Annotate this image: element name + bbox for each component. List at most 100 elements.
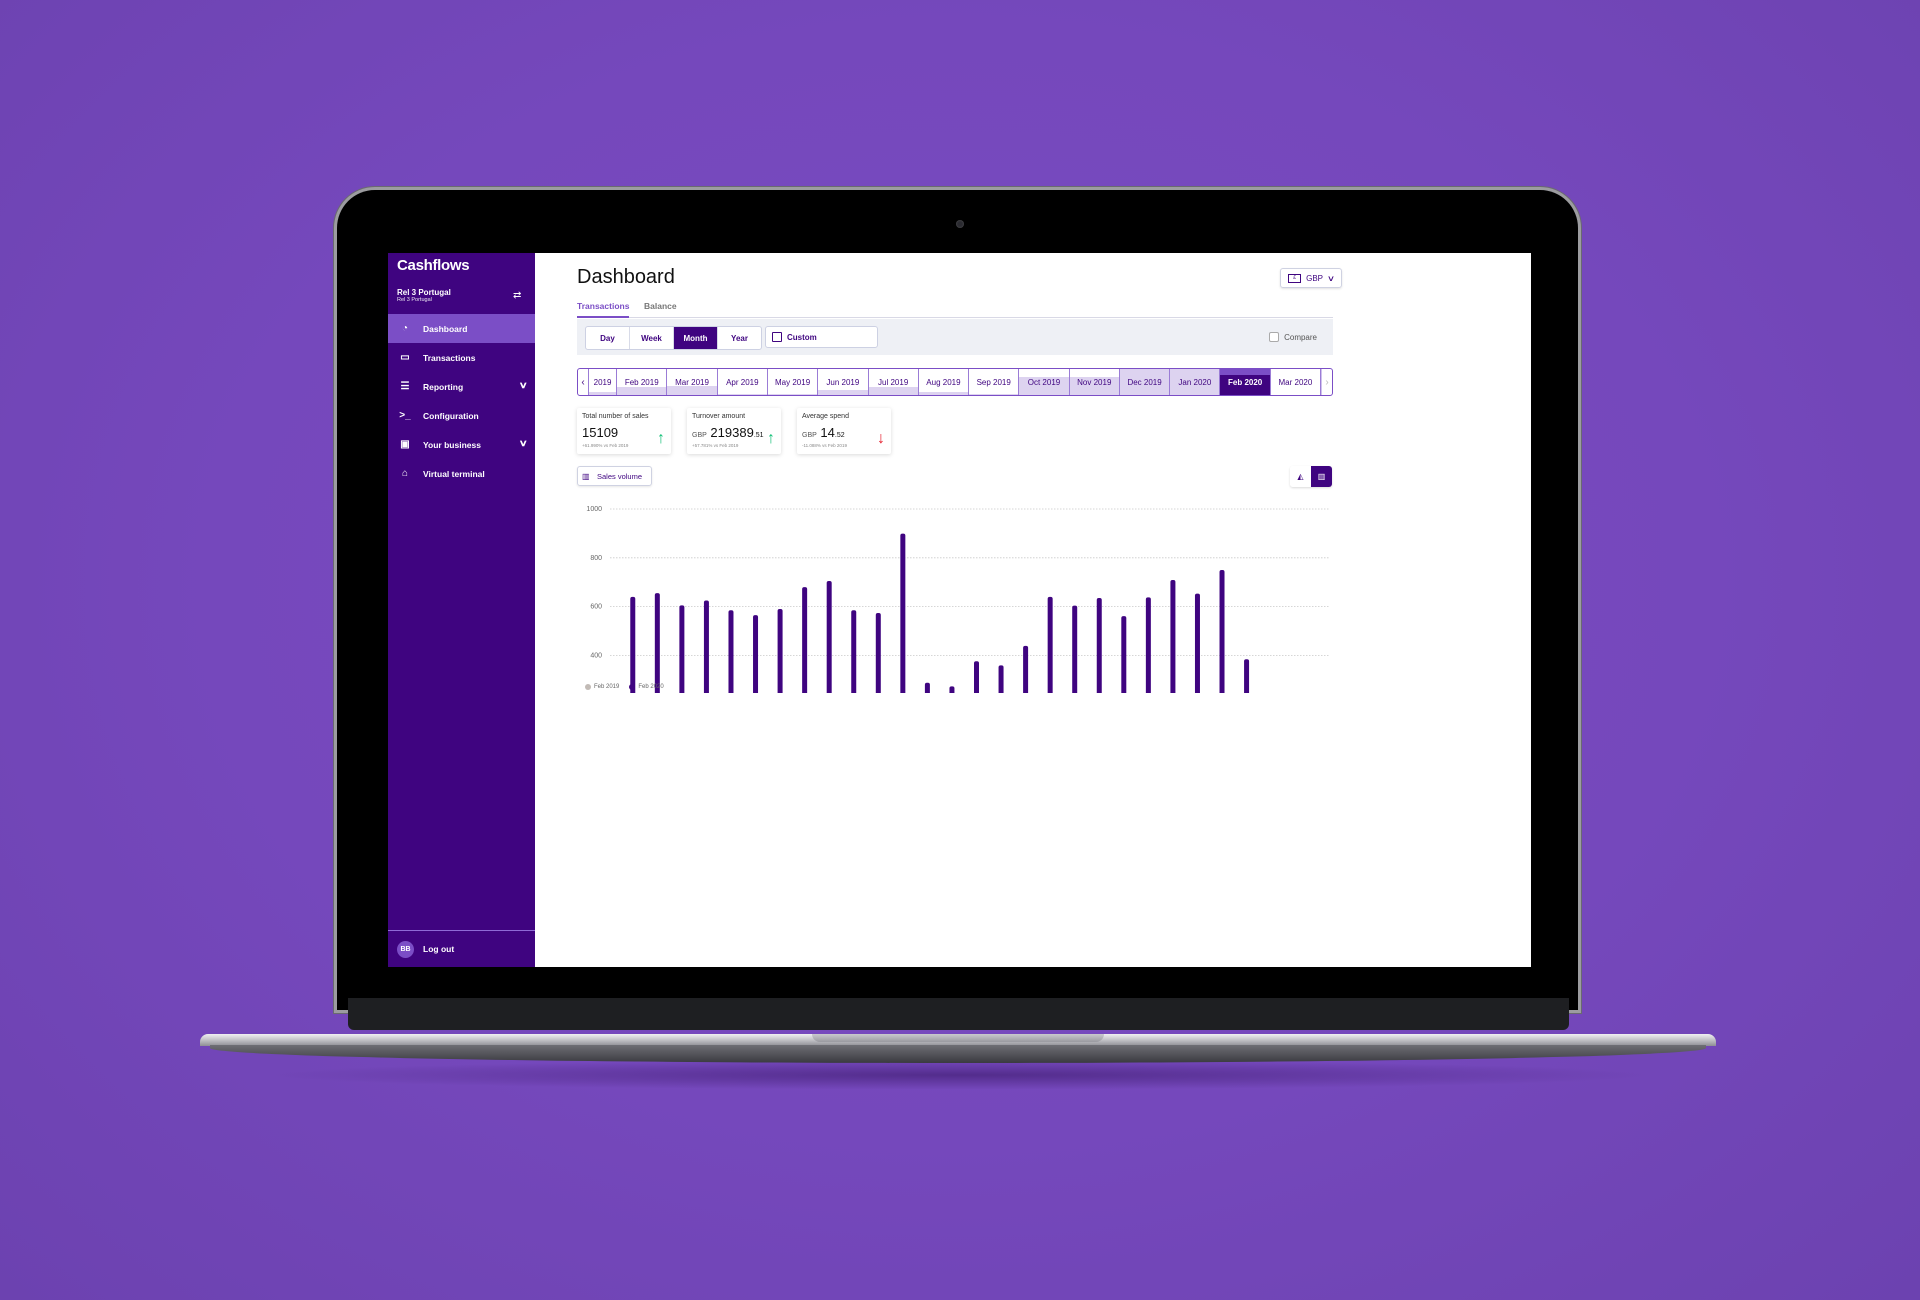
kpi-label: Total number of sales bbox=[582, 413, 649, 420]
tab-transactions[interactable]: Transactions bbox=[577, 301, 630, 318]
account-switcher[interactable]: Rel 3 Portugal Rel 3 Portugal bbox=[397, 288, 451, 303]
month-selector: ‹ 2019 Feb 2019 Mar 2019 Apr 2019 May 2019 Jun… bbox=[577, 368, 1333, 396]
kpi-change: -11.088% vs Feb 2019 bbox=[802, 443, 847, 448]
custom-label: Custom bbox=[787, 332, 817, 342]
month-feb-2019[interactable]: Feb 2019 bbox=[617, 369, 668, 395]
legend-item-feb-2019[interactable]: Feb 2019 bbox=[585, 684, 619, 690]
period-year-button[interactable]: Year bbox=[718, 327, 761, 349]
month-jan-2020[interactable]: Jan 2020 bbox=[1170, 369, 1221, 395]
bar-feb-2020 bbox=[924, 682, 930, 693]
month-volume-bar bbox=[767, 393, 818, 395]
kpi-label: Turnover amount bbox=[692, 413, 746, 420]
kpi-decimals: .51 bbox=[753, 432, 764, 439]
bar-feb-2020 bbox=[998, 665, 1004, 693]
chart-legend: Feb 2019 Feb 2020 bbox=[585, 684, 664, 690]
logo: Cashflows bbox=[397, 257, 470, 274]
sidebar-item-transactions[interactable]: ▭ Transactions bbox=[388, 343, 535, 372]
sidebar-item-configuration[interactable]: >_ Configuration bbox=[388, 401, 535, 430]
sidebar-item-dashboard[interactable]: ◔ Dashboard bbox=[388, 314, 535, 343]
bar-feb-2020 bbox=[826, 580, 832, 693]
bar-feb-2020 bbox=[1072, 605, 1078, 693]
month-mar-2019[interactable]: Mar 2019 bbox=[667, 369, 718, 395]
kpi-number: 15109 bbox=[582, 425, 619, 440]
briefcase-icon: ▣ bbox=[400, 439, 410, 450]
bar-feb-2020 bbox=[753, 615, 759, 693]
month-volume-bar bbox=[1220, 369, 1270, 375]
kpi-cards: Total number of sales 15109 +61.990% vs F… bbox=[577, 408, 891, 454]
month-oct-2019[interactable]: Oct 2019 bbox=[1019, 369, 1070, 395]
compare-toggle[interactable]: Compare bbox=[1269, 332, 1317, 342]
bar-feb-2020 bbox=[1145, 597, 1151, 693]
tabs: Transactions Balance bbox=[577, 297, 1333, 318]
laptop-chin bbox=[348, 998, 1569, 1030]
kpi-label: Average spend bbox=[802, 413, 849, 420]
bar-feb-2020 bbox=[875, 612, 881, 693]
chevron-down-icon: ∨ bbox=[519, 438, 529, 448]
month-2019[interactable]: 2019 bbox=[589, 369, 618, 395]
compare-checkbox[interactable] bbox=[1269, 332, 1280, 342]
period-month-button[interactable]: Month bbox=[674, 327, 718, 349]
currency-select[interactable]: £ GBP ∨ bbox=[1280, 268, 1342, 288]
legend-label: Feb 2020 bbox=[638, 684, 664, 690]
period-day-button[interactable]: Day bbox=[586, 327, 630, 349]
bar-feb-2020 bbox=[949, 686, 955, 693]
custom-range-button[interactable]: Custom bbox=[765, 326, 878, 348]
sidebar-item-label: Reporting bbox=[423, 381, 464, 392]
legend-item-feb-2020[interactable]: Feb 2020 bbox=[629, 684, 664, 690]
month-may-2019[interactable]: May 2019 bbox=[767, 369, 819, 395]
bar-feb-2020 bbox=[1194, 593, 1200, 693]
period-selector: Day Week Month Year bbox=[585, 326, 762, 350]
sidebar-item-your-business[interactable]: ▣ Your business ∨ bbox=[388, 430, 535, 459]
month-aug-2019[interactable]: Aug 2019 bbox=[918, 369, 970, 395]
sidebar-nav: ◔ Dashboard ▭ Transactions ☰ Reporting ∨ >_ Conf… bbox=[388, 314, 535, 488]
bar-feb-2020 bbox=[1023, 645, 1029, 693]
month-apr-2019[interactable]: Apr 2019 bbox=[717, 369, 768, 395]
period-week-button[interactable]: Week bbox=[630, 327, 674, 349]
legend-dot-icon bbox=[585, 684, 591, 690]
month-label: Mar 2019 bbox=[675, 377, 709, 387]
month-label: Oct 2019 bbox=[1027, 377, 1061, 387]
month-jul-2019[interactable]: Jul 2019 bbox=[868, 369, 919, 395]
kpi-number: 219389 bbox=[710, 425, 754, 440]
logout-button[interactable]: BB Log out bbox=[388, 930, 535, 967]
bar-feb-2020 bbox=[1121, 616, 1127, 693]
month-feb-2020[interactable]: Feb 2020 bbox=[1220, 369, 1271, 395]
filter-bar: Day Week Month Year Custom Compare bbox=[577, 319, 1333, 355]
month-label: Aug 2019 bbox=[926, 377, 961, 387]
sidebar-item-reporting[interactable]: ☰ Reporting ∨ bbox=[388, 372, 535, 401]
tab-balance[interactable]: Balance bbox=[644, 301, 677, 311]
month-label: Jan 2020 bbox=[1178, 377, 1212, 387]
month-label: Apr 2019 bbox=[726, 377, 759, 387]
next-month-button[interactable]: › bbox=[1321, 369, 1332, 395]
month-label: May 2019 bbox=[775, 377, 811, 387]
avatar: BB bbox=[397, 940, 414, 958]
y-tick-label: 400 bbox=[590, 652, 602, 659]
month-label: 2019 bbox=[593, 377, 612, 387]
month-label: Mar 2020 bbox=[1278, 377, 1313, 387]
month-volume-bar bbox=[717, 393, 767, 395]
month-volume-bar bbox=[589, 391, 617, 395]
sidebar-item-label: Configuration bbox=[423, 410, 479, 421]
kpi-currency: GBP bbox=[802, 432, 817, 439]
month-label: Jun 2019 bbox=[826, 377, 860, 387]
kpi-value: 15109 bbox=[582, 425, 618, 440]
bar-feb-2020 bbox=[1096, 598, 1102, 693]
chevron-down-icon: ∨ bbox=[1326, 273, 1336, 283]
month-label: Dec 2019 bbox=[1127, 377, 1162, 387]
kpi-card: Total number of sales 15109 +61.990% vs F… bbox=[577, 408, 671, 454]
app-screen: Cashflows Rel 3 Portugal Rel 3 Portugal … bbox=[388, 253, 1531, 967]
month-sep-2019[interactable]: Sep 2019 bbox=[969, 369, 1020, 395]
month-mar-2020[interactable]: Mar 2020 bbox=[1271, 369, 1322, 395]
month-label: Nov 2019 bbox=[1077, 377, 1112, 387]
bar-feb-2020 bbox=[703, 600, 709, 693]
month-dec-2019[interactable]: Dec 2019 bbox=[1119, 369, 1171, 395]
month-jun-2019[interactable]: Jun 2019 bbox=[818, 369, 869, 395]
month-nov-2019[interactable]: Nov 2019 bbox=[1069, 369, 1120, 395]
swap-arrows-icon[interactable]: ⇄ bbox=[513, 290, 521, 301]
bar-feb-2020 bbox=[851, 610, 857, 693]
month-volume-bar bbox=[818, 389, 868, 395]
sidebar-item-virtual-terminal[interactable]: ⌂ Virtual terminal bbox=[388, 459, 535, 488]
laptop-notch bbox=[812, 1034, 1104, 1042]
prev-month-button[interactable]: ‹ bbox=[578, 369, 589, 395]
kpi-value: GBP 219389.51 bbox=[692, 425, 764, 440]
